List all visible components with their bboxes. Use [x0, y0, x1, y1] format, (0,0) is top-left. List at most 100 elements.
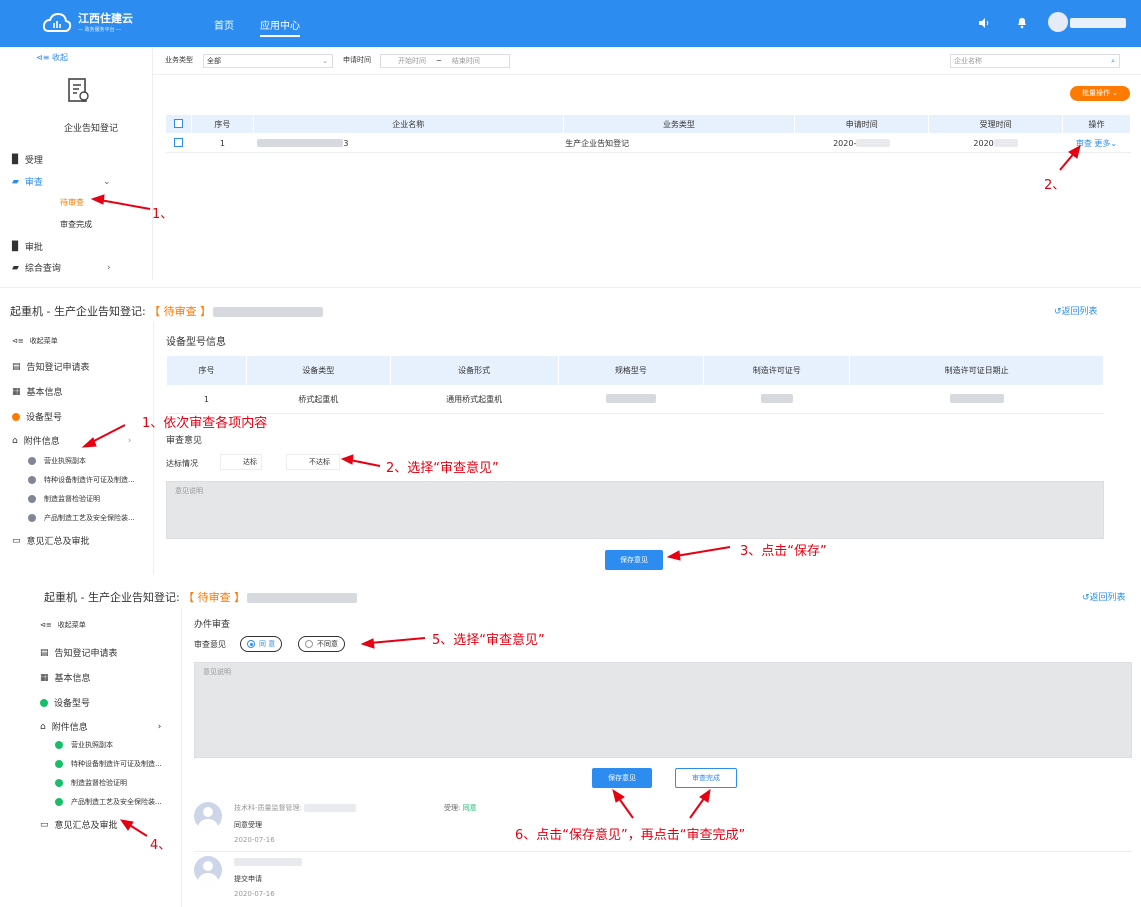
menu-device-model[interactable]: 设备型号: [40, 696, 90, 709]
attachment-item[interactable]: 产品制造工艺及安全保险装...: [28, 513, 135, 523]
clock-icon: [12, 412, 20, 421]
opinion-label: 审查意见: [194, 640, 226, 649]
return-list-link[interactable]: ↺返回列表: [1054, 304, 1098, 317]
radio-off-icon: [305, 640, 313, 648]
attachment-item[interactable]: 营业执照副本: [55, 740, 113, 750]
annotation-step2: 2、选择“审查意见”: [386, 461, 499, 476]
col-license-expiry: 制造许可证日期止: [849, 355, 1104, 386]
save-opinion-button[interactable]: 保存意见: [605, 550, 663, 570]
menu-basic-info[interactable]: ▦ 基本信息: [40, 671, 91, 685]
menu-application-form[interactable]: ▤ 告知登记申请表: [12, 360, 90, 374]
panel2-sidebar: ⊲≡ 收起菜单 ▤ 告知登记申请表 ▦ 基本信息 设备型号 ⌂ 附件信息 › 营业执照副本…: [0, 322, 154, 574]
clock-icon: [28, 457, 36, 465]
clock-icon: [28, 514, 36, 522]
attachment-item[interactable]: 产品制造工艺及安全保险装...: [55, 797, 162, 807]
menu-device-model[interactable]: 设备型号: [12, 410, 62, 423]
annotation-step5: 5、选择“审查意见”: [432, 633, 545, 648]
chevron-right-icon: ›: [127, 435, 132, 446]
panel2-title: 起重机 - 生产企业告知登记: 【 待审查 】: [10, 303, 324, 319]
section-title: 办件审查: [194, 620, 231, 630]
device-model-table: 序号 设备类型 设备形式 规格型号 制造许可证号 制造许可证日期止 1 桥式起重…: [166, 355, 1104, 414]
menu-basic-info[interactable]: ▦ 基本信息: [12, 385, 63, 399]
attachment-item[interactable]: 特种设备制造许可证及制造...: [55, 759, 162, 769]
save-opinion-button[interactable]: 保存意见: [592, 768, 652, 788]
row-no: 1: [166, 385, 247, 414]
avatar: [194, 802, 222, 830]
panel3-title: 起重机 - 生产企业告知登记: 【 待审查 】: [44, 589, 358, 605]
review-complete-button[interactable]: 审查完成: [675, 768, 737, 788]
collapse-icon: ⊲≡: [40, 621, 52, 629]
record-note: 提交申请: [234, 875, 262, 883]
home-icon: ⌂: [40, 721, 46, 732]
menu-attachments[interactable]: ⌂ 附件信息 ›: [40, 720, 162, 734]
chevron-right-icon: ›: [157, 721, 162, 732]
row-device-type: 桥式起重机: [246, 385, 391, 414]
col-device-type: 设备类型: [245, 355, 391, 386]
annotation-arrow: [349, 459, 381, 467]
row-license-expiry: [849, 385, 1104, 414]
record-author-redacted: [234, 858, 302, 866]
annotation-step2: 2、: [1044, 178, 1066, 193]
attachment-item[interactable]: 营业执照副本: [28, 456, 86, 466]
row-spec: [558, 385, 704, 414]
grid-icon: ▦: [12, 386, 21, 397]
annotation-arrowhead: [340, 454, 354, 465]
check-icon: [55, 741, 63, 749]
check-icon: [40, 698, 48, 707]
return-icon: ↺: [1082, 593, 1090, 603]
opinion-textarea[interactable]: 意见说明: [166, 481, 1104, 539]
radio-disagree[interactable]: 不同意: [298, 636, 345, 652]
col-license-no: 制造许可证号: [703, 355, 851, 386]
menu-opinion-summary[interactable]: ▭ 意见汇总及审批: [12, 534, 90, 548]
option-fail[interactable]: 不达标: [286, 454, 340, 470]
menu-opinion-summary[interactable]: ▭ 意见汇总及审批: [40, 818, 118, 832]
message-icon: ▭: [12, 535, 21, 546]
divider: [0, 287, 1141, 288]
home-icon: ⌂: [12, 435, 18, 446]
check-icon: [55, 760, 63, 768]
check-icon: [55, 798, 63, 806]
return-icon: ↺: [1054, 307, 1062, 317]
attachment-item[interactable]: 制造监督检验证明: [55, 778, 127, 788]
clock-icon: [28, 495, 36, 503]
collapse-menu-button[interactable]: ⊲≡ 收起菜单: [12, 336, 58, 346]
col-spec: 规格型号: [557, 355, 705, 386]
menu-application-form[interactable]: ▤ 告知登记申请表: [40, 646, 118, 660]
grid-icon: ▦: [40, 672, 49, 683]
annotation-arrow: [99, 199, 151, 210]
annotation-step3: 3、点击“保存”: [740, 544, 827, 559]
annotation-arrowhead: [90, 194, 105, 205]
annotation-step1: 1、: [152, 207, 174, 222]
collapse-icon: ⊲≡: [12, 337, 24, 345]
record-status: 受理: 同意: [444, 804, 477, 812]
col-no: 序号: [166, 355, 247, 386]
table-header-row: 序号 设备类型 设备形式 规格型号 制造许可证号 制造许可证日期止: [166, 355, 1104, 386]
form-icon: ▤: [40, 647, 49, 658]
radio-on-icon: [247, 640, 255, 648]
attachment-item[interactable]: 制造监督检验证明: [28, 494, 100, 504]
col-device-form: 设备形式: [389, 355, 559, 386]
standard-label: 达标情况: [166, 459, 198, 468]
record-item: 提交申请 2020-07-16: [194, 852, 1132, 907]
record-author: 技术科-质量监督管理:: [234, 803, 357, 813]
message-icon: ▭: [40, 819, 49, 830]
return-list-link[interactable]: ↺返回列表: [1082, 590, 1126, 603]
row-device-form: 通用桥式起重机: [390, 385, 558, 414]
clock-icon: [28, 476, 36, 484]
option-pass[interactable]: 达标: [220, 454, 262, 470]
radio-agree[interactable]: 同 意: [240, 636, 283, 652]
collapse-menu-button[interactable]: ⊲≡ 收起菜单: [40, 620, 86, 630]
attachment-item[interactable]: 特种设备制造许可证及制造...: [28, 475, 135, 485]
annotation-step4: 4、: [150, 838, 172, 853]
record-date: 2020-07-16: [234, 890, 275, 898]
annotation-arrowhead: [360, 638, 375, 649]
opinion-textarea[interactable]: 意见说明: [194, 662, 1132, 758]
annotation-step6: 6、点击“保存意见”，再点击“审查完成”: [515, 828, 746, 843]
form-icon: ▤: [12, 361, 21, 372]
menu-attachments[interactable]: ⌂ 附件信息 ›: [12, 434, 132, 448]
table-row: 1 桥式起重机 通用桥式起重机: [166, 385, 1104, 414]
annotation-arrow: [369, 637, 426, 644]
row-license-no: [703, 385, 850, 414]
panel3-sidebar: ⊲≡ 收起菜单 ▤ 告知登记申请表 ▦ 基本信息 设备型号 ⌂ 附件信息 › 营业执照副本…: [0, 608, 182, 907]
record-date: 2020-07-16: [234, 836, 275, 844]
